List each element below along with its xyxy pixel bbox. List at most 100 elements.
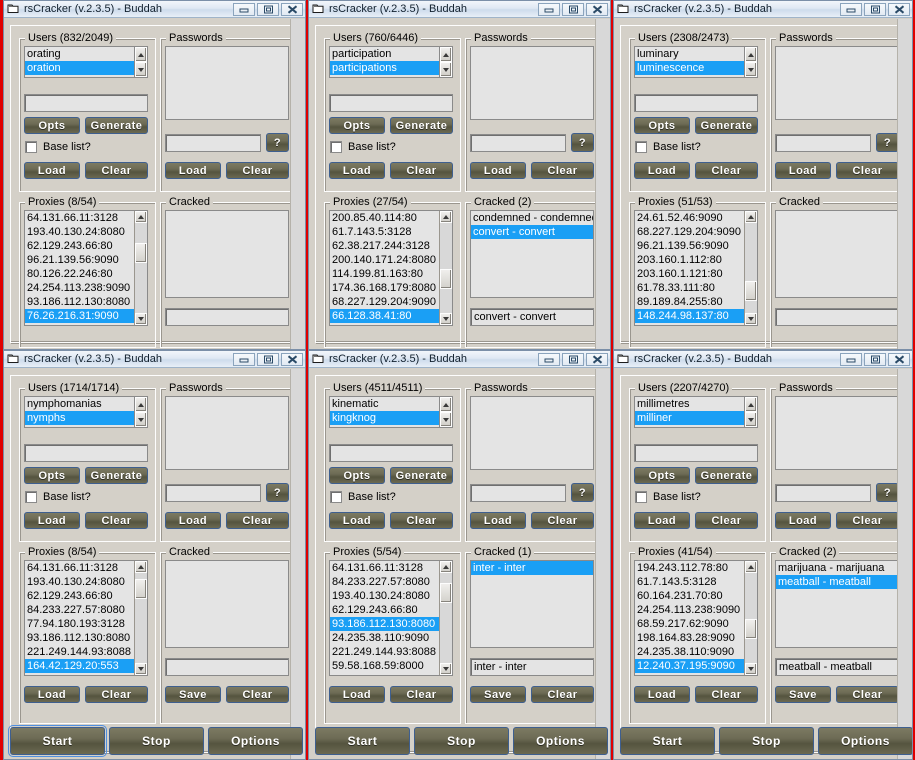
- stop-button[interactable]: Stop: [719, 727, 814, 755]
- base-list-checkbox[interactable]: Base list?: [635, 141, 701, 153]
- form-scrollbar[interactable]: [290, 369, 305, 759]
- proxies-load-button[interactable]: Load: [634, 686, 690, 703]
- scroll-down-arrow-icon[interactable]: [135, 313, 147, 325]
- options-button[interactable]: Options: [208, 727, 303, 755]
- passwords-listbox[interactable]: [775, 46, 899, 120]
- scroll-thumb[interactable]: [745, 281, 757, 301]
- scroll-down-arrow-icon[interactable]: [745, 313, 757, 325]
- users-clear-button[interactable]: Clear: [695, 512, 758, 529]
- users-load-button[interactable]: Load: [24, 512, 80, 529]
- generate-button[interactable]: Generate: [390, 467, 453, 484]
- proxies-listbox-scrollbar[interactable]: [439, 211, 452, 325]
- scroll-thumb[interactable]: [745, 619, 757, 639]
- base-list-checkbox-box[interactable]: [330, 141, 342, 153]
- passwords-load-button[interactable]: Load: [165, 162, 221, 179]
- start-button[interactable]: Start: [315, 727, 410, 755]
- users-scroll-up-icon[interactable]: [135, 47, 147, 62]
- proxies-load-button[interactable]: Load: [329, 686, 385, 703]
- titlebar[interactable]: rsCracker (v.2.3.5) - Buddah: [614, 351, 912, 368]
- list-item[interactable]: 114.199.81.163:80: [330, 267, 439, 281]
- users-scroll-up-icon[interactable]: [135, 397, 147, 412]
- scroll-thumb[interactable]: [440, 269, 452, 289]
- scroll-up-arrow-icon[interactable]: [745, 561, 757, 573]
- list-item[interactable]: 203.160.1.112:80: [635, 253, 744, 267]
- titlebar[interactable]: rsCracker (v.2.3.5) - Buddah: [309, 351, 610, 368]
- close-button[interactable]: [281, 352, 303, 366]
- generate-button[interactable]: Generate: [85, 467, 148, 484]
- users-listbox[interactable]: luminary luminescence: [634, 46, 758, 78]
- list-item[interactable]: 61.78.33.111:80: [635, 281, 744, 295]
- cracked-save-button[interactable]: Save: [775, 686, 831, 703]
- maximize-button[interactable]: [864, 352, 886, 366]
- users-load-button[interactable]: Load: [329, 512, 385, 529]
- users-scrollbar[interactable]: [744, 46, 758, 78]
- cracked-listbox[interactable]: [165, 210, 289, 298]
- list-item[interactable]: 12.240.37.195:9090: [635, 659, 744, 673]
- list-item[interactable]: 193.40.130.24:8080: [25, 575, 134, 589]
- list-item[interactable]: condemned - condemned: [471, 211, 593, 225]
- users-clear-button[interactable]: Clear: [390, 512, 453, 529]
- passwords-clear-button[interactable]: Clear: [531, 162, 594, 179]
- list-item[interactable]: kingknog: [330, 411, 452, 425]
- passwords-input[interactable]: [775, 484, 871, 502]
- users-scroll-down-icon[interactable]: [745, 62, 757, 77]
- users-load-button[interactable]: Load: [329, 162, 385, 179]
- users-clear-button[interactable]: Clear: [390, 162, 453, 179]
- passwords-listbox[interactable]: [470, 46, 594, 120]
- list-item[interactable]: marijuana - marijuana: [776, 561, 898, 575]
- maximize-button[interactable]: [257, 352, 279, 366]
- users-listbox[interactable]: millimetres milliner: [634, 396, 758, 428]
- list-item[interactable]: meatball - meatball: [776, 575, 898, 589]
- generate-button[interactable]: Generate: [390, 117, 453, 134]
- close-button[interactable]: [281, 2, 303, 16]
- users-load-button[interactable]: Load: [634, 512, 690, 529]
- opts-button[interactable]: Opts: [24, 467, 80, 484]
- passwords-input[interactable]: [165, 484, 261, 502]
- form-scrollbar[interactable]: [595, 369, 610, 759]
- list-item[interactable]: 24.235.38.110:9090: [635, 645, 744, 659]
- cracked-input[interactable]: inter - inter: [470, 658, 594, 676]
- list-item[interactable]: 24.61.52.46:9090: [635, 211, 744, 225]
- users-listbox[interactable]: participation participations: [329, 46, 453, 78]
- proxies-load-button[interactable]: Load: [24, 686, 80, 703]
- list-item[interactable]: 66.128.38.41:80: [330, 309, 439, 323]
- proxies-listbox[interactable]: 64.131.66.11:3128 84.233.227.57:8080 193.4…: [329, 560, 453, 676]
- passwords-load-button[interactable]: Load: [775, 512, 831, 529]
- passwords-load-button[interactable]: Load: [165, 512, 221, 529]
- cracked-listbox[interactable]: [775, 210, 899, 298]
- titlebar[interactable]: rsCracker (v.2.3.5) - Buddah: [614, 1, 912, 18]
- list-item[interactable]: 62.129.243.66:80: [25, 589, 134, 603]
- list-item[interactable]: 64.131.66.11:3128: [25, 211, 134, 225]
- list-item[interactable]: 76.26.216.31:9090: [25, 309, 134, 323]
- scroll-up-arrow-icon[interactable]: [135, 211, 147, 223]
- list-item[interactable]: 200.140.171.24:8080: [330, 253, 439, 267]
- scroll-up-arrow-icon[interactable]: [440, 211, 452, 223]
- proxies-clear-button[interactable]: Clear: [85, 686, 148, 703]
- close-button[interactable]: [888, 2, 910, 16]
- users-input[interactable]: [24, 94, 148, 112]
- users-scrollbar[interactable]: [439, 396, 453, 428]
- list-item[interactable]: 96.21.139.56:9090: [25, 253, 134, 267]
- users-input[interactable]: [329, 444, 453, 462]
- titlebar[interactable]: rsCracker (v.2.3.5) - Buddah: [309, 1, 610, 18]
- proxies-clear-button[interactable]: Clear: [390, 686, 453, 703]
- base-list-checkbox[interactable]: Base list?: [25, 491, 91, 503]
- cracked-clear-button[interactable]: Clear: [531, 686, 594, 703]
- users-scroll-down-icon[interactable]: [440, 62, 452, 77]
- list-item[interactable]: oration: [25, 61, 147, 75]
- passwords-help-button[interactable]: ?: [571, 483, 594, 502]
- users-input[interactable]: [634, 444, 758, 462]
- list-item[interactable]: 174.36.168.179:8080: [330, 281, 439, 295]
- list-item[interactable]: 68.227.129.204:9090: [330, 295, 439, 309]
- list-item[interactable]: 62.38.217.244:3128: [330, 239, 439, 253]
- options-button[interactable]: Options: [818, 727, 912, 755]
- form-scrollbar[interactable]: [897, 19, 912, 349]
- proxies-clear-button[interactable]: Clear: [695, 686, 758, 703]
- list-item[interactable]: 193.40.130.24:8080: [330, 589, 439, 603]
- scroll-thumb[interactable]: [135, 243, 147, 263]
- passwords-help-button[interactable]: ?: [266, 133, 289, 152]
- cracked-clear-button[interactable]: Clear: [226, 686, 289, 703]
- users-scroll-up-icon[interactable]: [440, 47, 452, 62]
- list-item[interactable]: inter - inter: [471, 561, 593, 575]
- list-item[interactable]: 61.7.143.5:3128: [635, 575, 744, 589]
